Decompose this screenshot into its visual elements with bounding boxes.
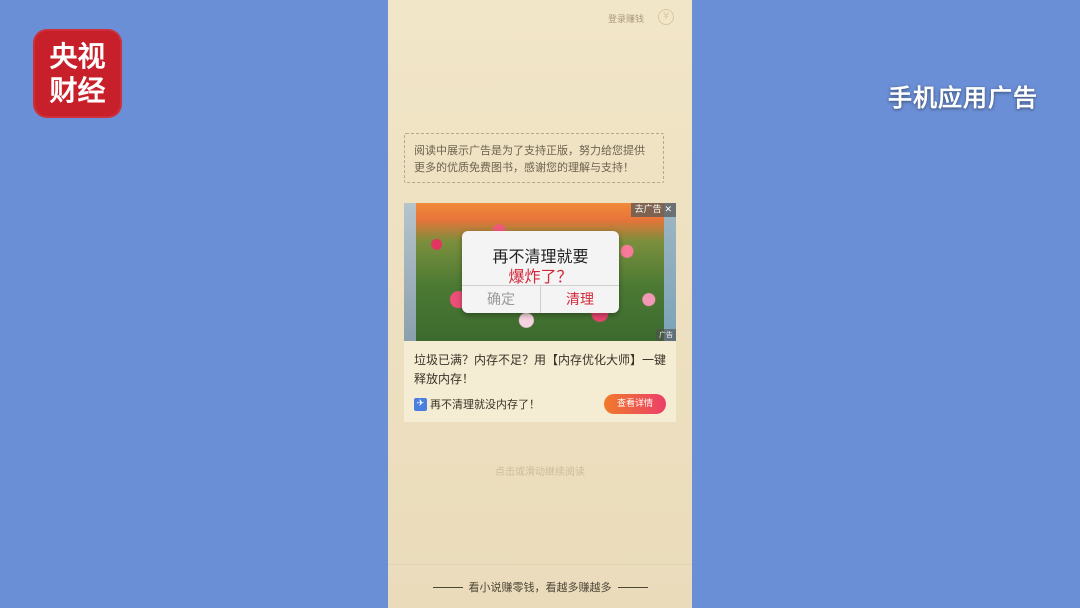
login-earn-link[interactable]: 登录赚钱: [608, 12, 644, 25]
logo-line2: 财经: [49, 73, 106, 107]
video-caption: 手机应用广告: [888, 84, 1038, 112]
logo-line1: 央视: [49, 39, 106, 73]
coin-icon[interactable]: ¥: [658, 9, 674, 25]
ad-label-badge: 广告: [656, 329, 676, 341]
cctv-finance-logo: 央视 财经: [33, 29, 122, 118]
app-icon: ✈: [414, 398, 427, 411]
view-details-button[interactable]: 查看详情: [604, 394, 666, 414]
remove-ad-button[interactable]: 去广告 ✕: [630, 203, 676, 217]
ad-source-text: 再不清理就没内存了！: [430, 398, 540, 411]
ad-card[interactable]: 去广告 ✕ 广告 再不清理就要 爆炸了？ 确定 清理 垃圾已满？内存不足？用【内…: [404, 203, 676, 422]
confirm-button[interactable]: 确定: [462, 286, 541, 313]
footer-text: 看小说赚零钱，看越多赚越多: [468, 581, 612, 594]
ad-notice: 阅读中展示广告是为了支持正版，努力给您提供更多的优质免费图书，感谢您的理解与支持…: [404, 133, 664, 183]
reader-footer[interactable]: 看小说赚零钱，看越多赚越多: [388, 564, 692, 608]
reader-top-bar: 登录赚钱 ¥: [388, 0, 692, 34]
tulip-ad-image[interactable]: 去广告 ✕ 广告 再不清理就要 爆炸了？ 确定 清理: [404, 203, 676, 341]
clean-button[interactable]: 清理: [541, 286, 619, 313]
continue-reading-hint[interactable]: 点击或滑动继续阅读: [388, 463, 692, 478]
phone-screen: 登录赚钱 ¥ 阅读中展示广告是为了支持正版，努力给您提供更多的优质免费图书，感谢…: [388, 0, 692, 608]
dialog-title-line2: 爆炸了？: [508, 267, 573, 286]
dialog-buttons: 确定 清理: [462, 285, 619, 313]
ad-description[interactable]: 垃圾已满？内存不足？用【内存优化大师】一键释放内存！: [414, 351, 669, 389]
fake-alert-dialog[interactable]: 再不清理就要 爆炸了？ 确定 清理: [462, 231, 619, 313]
